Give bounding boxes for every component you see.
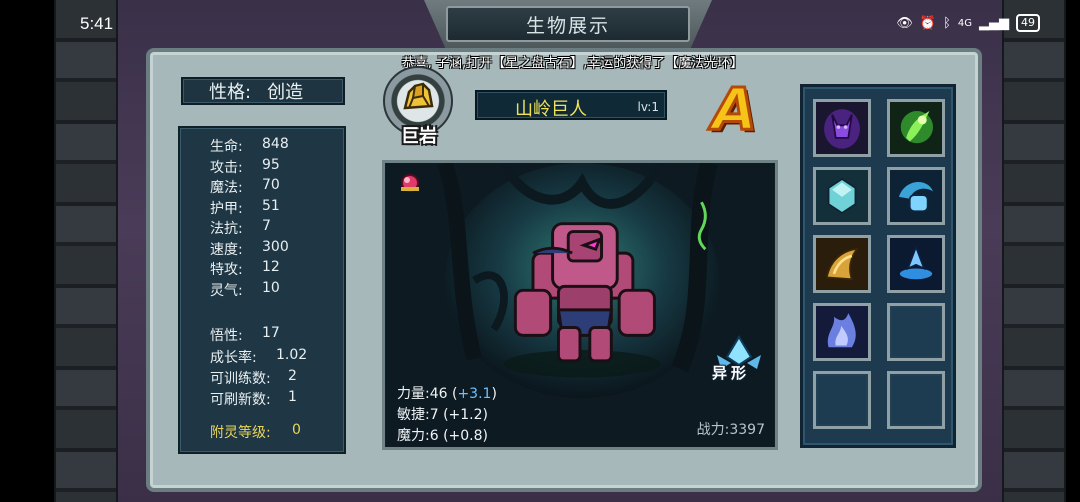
left-letterbox xyxy=(0,0,54,502)
stats-box: 生命: 848 攻击: 95 魔法: 70 护甲: 51 法抗: 7 速度: 300 特攻:… xyxy=(178,126,346,454)
broadcast-notice: 恭喜, 子涵,打开【星之盘古石】,幸运的获得了【魔法光环】 xyxy=(401,56,744,71)
bluetooth-icon: ᛒ xyxy=(943,15,951,31)
strength-bonus: +3.1 xyxy=(457,386,492,402)
crystal-shield-icon xyxy=(816,170,868,222)
alarm-icon: ⏰ xyxy=(919,15,937,31)
skill-slot-blue-spire[interactable] xyxy=(887,235,945,293)
spirit-level-row: 附灵等级: 0 xyxy=(210,422,301,441)
mutant-tag-label: 异形 xyxy=(712,364,751,382)
page-title: 生物展示 xyxy=(446,6,690,42)
right-letterbox xyxy=(1066,0,1080,502)
stat-row: 魔法: 70 xyxy=(210,177,280,196)
attr-agility: 敏捷:7 (+1.2) xyxy=(397,407,488,423)
blue-spire-icon xyxy=(890,238,942,290)
skill-slot-crystal-shield[interactable] xyxy=(813,167,871,225)
trait-value: 创造 xyxy=(267,82,304,103)
stat-row: 灵气: 10 xyxy=(210,280,280,299)
stat-row: 悟性: 17 xyxy=(210,325,280,344)
creature-portrait: 异形 力量:46 (+3.1) 敏捷:7 (+1.2) 魔力:6 (+0.8) … xyxy=(382,160,778,450)
grade-letter: A xyxy=(711,75,759,143)
stat-row: 成长率: 1.02 xyxy=(210,347,308,366)
shadow-demon-icon xyxy=(816,102,868,154)
water-fist-icon xyxy=(890,170,942,222)
trait-box: 性格: 创造 xyxy=(181,77,345,105)
skill-panel xyxy=(800,84,956,448)
attr-strength: 力量:46 (+3.1) xyxy=(397,386,497,402)
skill-slot-blue-flame[interactable] xyxy=(813,303,871,361)
battery-indicator: 49 xyxy=(1016,14,1040,32)
green-aura-icon xyxy=(890,102,942,154)
left-stone-pillar xyxy=(54,0,118,502)
stat-row: 护甲: 51 xyxy=(210,198,280,217)
skill-slot-golden-horn[interactable] xyxy=(813,235,871,293)
stat-row: 攻击: 95 xyxy=(210,157,280,176)
skill-slot-empty[interactable] xyxy=(887,303,945,361)
stat-row: 速度: 300 xyxy=(210,239,289,258)
signal-icon: 4G xyxy=(957,17,972,29)
skill-slot-shadow-demon[interactable] xyxy=(813,99,871,157)
stat-row: 生命: 848 xyxy=(210,136,289,155)
creature-name-box: 山岭巨人 lv:1 xyxy=(475,90,667,120)
stat-row: 法抗: 7 xyxy=(210,218,271,237)
creature-level: lv:1 xyxy=(637,100,659,114)
signal-bars-icon: ▂▄▆ xyxy=(979,15,1009,31)
creature-name: 山岭巨人 xyxy=(515,99,587,120)
blue-flame-icon xyxy=(816,306,868,358)
game-scene: 5:41 👁 ⏰ ᛒ 4G ▂▄▆ 49 生物展示 恭喜, 子涵,打开【星之盘古… xyxy=(0,0,1080,502)
skill-slot-green-aura[interactable] xyxy=(887,99,945,157)
element-label: 巨岩 xyxy=(401,126,437,147)
stat-row: 可训练数: 2 xyxy=(210,368,297,387)
eye-icon: 👁 xyxy=(896,15,913,31)
stat-row: 可刷新数: 1 xyxy=(210,389,297,408)
skill-slot-empty[interactable] xyxy=(813,371,871,429)
clock: 5:41 xyxy=(80,14,114,33)
rock-icon xyxy=(403,82,434,110)
gem-icon[interactable] xyxy=(397,171,423,193)
right-stone-pillar xyxy=(1002,0,1066,502)
combat-power: 战力:3397 xyxy=(696,422,765,438)
golden-horn-icon xyxy=(816,238,868,290)
trait-label: 性格: xyxy=(209,82,252,103)
status-icons: 👁 ⏰ ᛒ 4G ▂▄▆ 49 xyxy=(896,14,1040,32)
skill-slot-empty[interactable] xyxy=(887,371,945,429)
attr-magic: 魔力:6 (+0.8) xyxy=(397,428,488,444)
element-badge[interactable]: 巨岩 xyxy=(381,64,457,150)
skill-slot-water-fist[interactable] xyxy=(887,167,945,225)
stat-row: 特攻: 12 xyxy=(210,259,280,278)
